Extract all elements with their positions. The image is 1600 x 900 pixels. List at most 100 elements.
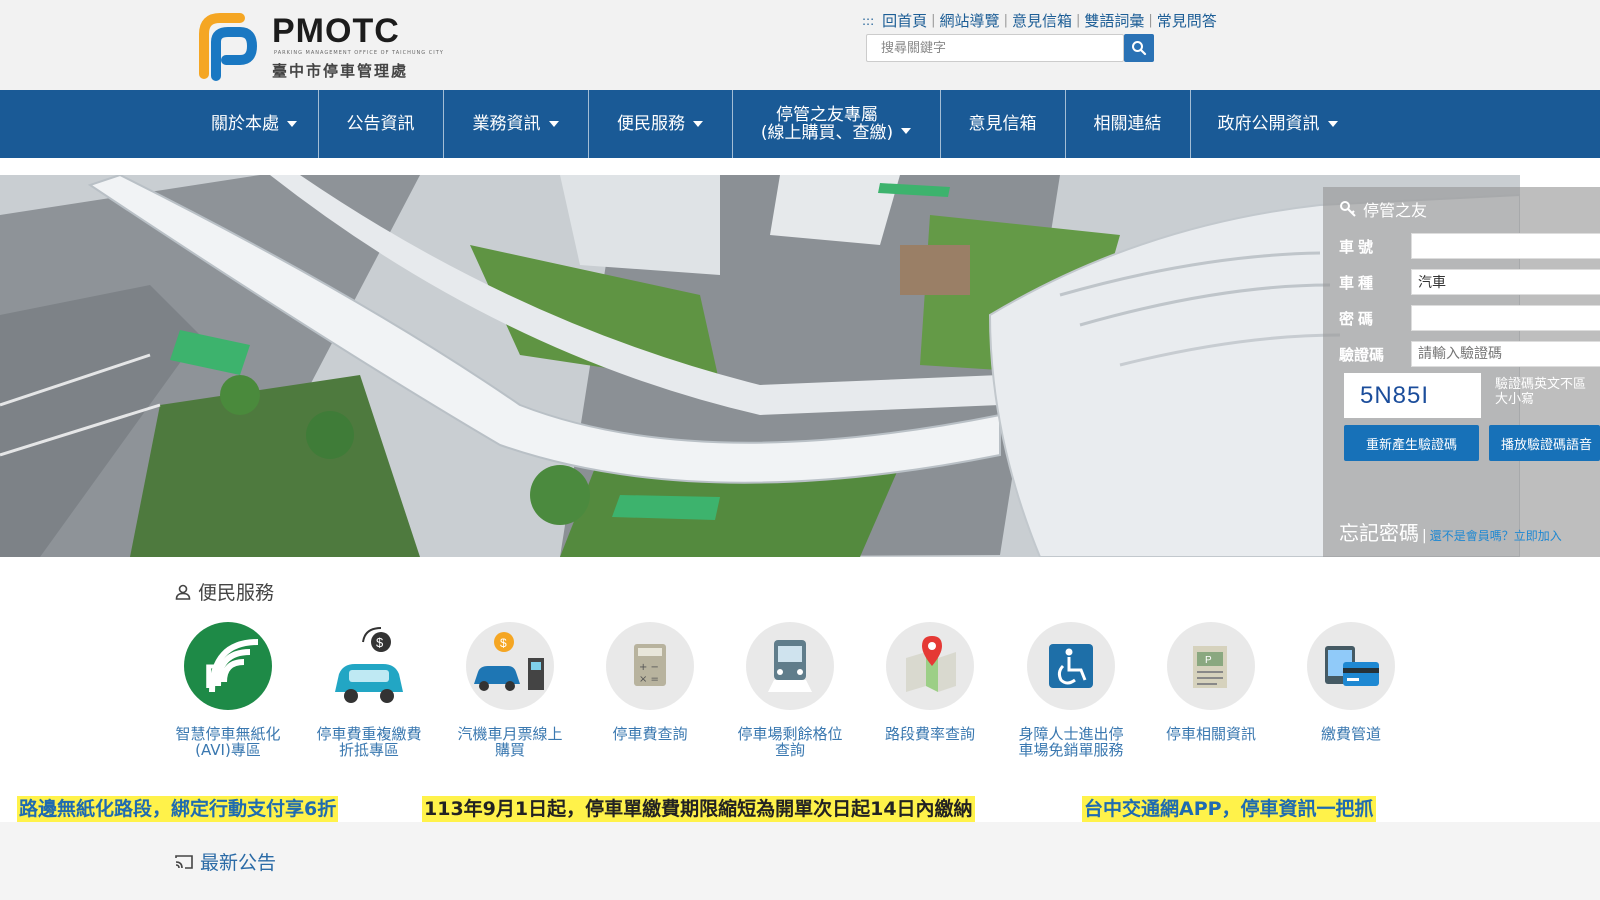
caret-down-icon: [1327, 121, 1338, 127]
accesskey-marker[interactable]: :::: [862, 14, 874, 28]
hero-banner: [0, 175, 1520, 557]
vehicle-type-label: 車種: [1339, 273, 1378, 292]
top-link-home[interactable]: 回首頁: [882, 10, 927, 31]
nav-item-about[interactable]: 關於本處: [190, 90, 318, 158]
captcha-label: 驗證碼: [1339, 345, 1385, 364]
search-bar: [866, 34, 1154, 64]
car-refund-icon: $: [325, 622, 413, 710]
newspaper-icon: P: [1167, 622, 1255, 710]
nav-item-gov-info[interactable]: 政府公開資訊: [1190, 90, 1365, 158]
site-logo[interactable]: PMOTC PARKING MANAGEMENT OFFICE OF TAICH…: [196, 8, 443, 84]
cast-icon: [175, 854, 193, 869]
plate-label: 車號: [1339, 237, 1378, 256]
marquee-item[interactable]: 113年9月1日起，停車單繳費期限縮短為開單次日起14日內繳納: [422, 796, 975, 822]
captcha-code: 5N85I: [1360, 382, 1430, 409]
top-link-feedback[interactable]: 意見信箱: [1012, 10, 1072, 31]
svg-text:P: P: [1205, 655, 1212, 666]
nav-item-members[interactable]: 停管之友專屬 (線上購買、查繳): [732, 90, 940, 158]
forgot-password-link[interactable]: 忘記密碼: [1339, 517, 1419, 546]
nav-item-business[interactable]: 業務資訊: [443, 90, 588, 158]
register-link[interactable]: 還不是會員嗎？立即加入: [1430, 527, 1562, 544]
password-input[interactable]: [1411, 305, 1600, 331]
caret-down-icon: [287, 121, 297, 127]
svg-text:$: $: [376, 635, 384, 650]
key-icon: [1340, 201, 1356, 217]
logo-subtitle-en: PARKING MANAGEMENT OFFICE OF TAICHUNG CI…: [274, 50, 444, 56]
search-input[interactable]: [866, 34, 1124, 62]
search-icon: [1132, 41, 1147, 56]
search-button[interactable]: [1124, 34, 1154, 62]
divider: |: [1148, 13, 1153, 28]
nav-item-feedback[interactable]: 意見信箱: [940, 90, 1065, 158]
nav-label: 意見信箱: [968, 114, 1037, 134]
service-item-disability[interactable]: 身障人士進出停車場免銷單服務: [1006, 622, 1136, 758]
services-section-title: 便民服務: [174, 578, 274, 605]
service-item-avi[interactable]: P 智慧停車無紙化(AVI)專區: [163, 622, 293, 758]
service-item-refund[interactable]: $ 停車費重複繳費折抵專區: [304, 622, 434, 758]
calculator-icon: + − × =: [606, 622, 694, 710]
service-item-road-rate[interactable]: 路段費率查詢: [865, 622, 995, 742]
wheelchair-icon: [1027, 622, 1115, 710]
service-label: 智慧停車無紙化(AVI)專區: [175, 725, 281, 759]
bus-parking-glyph: [768, 640, 812, 692]
top-link-glossary[interactable]: 雙語詞彙: [1084, 10, 1144, 31]
nav-item-links[interactable]: 相關連結: [1065, 90, 1190, 158]
nav-label: 政府公開資訊: [1217, 114, 1320, 134]
map-pin-glyph: [906, 636, 956, 692]
avi-parking-icon: P: [184, 622, 272, 710]
logo-title: PMOTC: [272, 12, 400, 50]
captcha-image: 5N85I: [1344, 373, 1481, 418]
nav-item-services[interactable]: 便民服務: [588, 90, 732, 158]
divider: |: [931, 13, 936, 28]
services-title-text: 便民服務: [198, 582, 275, 604]
map-pin-icon: [886, 622, 974, 710]
service-label: 停車場剩餘格位查詢: [737, 725, 843, 759]
nav-label: 相關連結: [1093, 114, 1162, 134]
svg-text:+ −: + −: [639, 662, 659, 673]
newspaper-glyph: P: [1193, 646, 1227, 688]
svg-text:× =: × =: [639, 674, 659, 685]
payment-card-icon: [1307, 622, 1395, 710]
vehicle-type-row: 車種: [1339, 269, 1600, 295]
divider: |: [1003, 13, 1008, 28]
hero-image: [0, 175, 1520, 557]
service-item-monthly[interactable]: $ 汽機車月票線上購買: [445, 622, 575, 758]
plate-input[interactable]: [1411, 233, 1600, 259]
monthly-pass-glyph: $: [474, 632, 544, 691]
service-label: 停車相關資訊: [1165, 725, 1256, 743]
nav-label: 便民服務: [617, 114, 685, 134]
service-label: 身障人士進出停車場免銷單服務: [1018, 725, 1124, 759]
vehicle-type-select[interactable]: [1411, 269, 1600, 295]
top-link-faq[interactable]: 常見問答: [1157, 10, 1217, 31]
captcha-row: 驗證碼: [1339, 341, 1600, 367]
service-item-info[interactable]: P 停車相關資訊: [1146, 622, 1276, 742]
play-captcha-audio-button[interactable]: 播放驗證碼語音: [1489, 425, 1600, 461]
service-item-payment[interactable]: 繳費管道: [1286, 622, 1416, 742]
service-label: 繳費管道: [1320, 725, 1381, 743]
site-header: PMOTC PARKING MANAGEMENT OFFICE OF TAICH…: [0, 0, 1600, 90]
captcha-note-line1: 驗證碼英文不區: [1495, 377, 1587, 392]
marquee-item[interactable]: 路邊無紙化路段，綁定行動支付享6折: [17, 796, 339, 822]
service-item-fee-query[interactable]: + − × = 停車費查詢: [585, 622, 715, 742]
news-title-text: 最新公告: [200, 852, 277, 874]
password-label: 密碼: [1339, 309, 1378, 328]
news-section: 最新公告: [0, 822, 1600, 900]
captcha-input[interactable]: [1411, 341, 1600, 367]
captcha-note: 驗證碼英文不區 大小寫: [1495, 377, 1586, 407]
service-item-vacancy[interactable]: 停車場剩餘格位查詢: [725, 622, 855, 758]
password-row: 密碼: [1339, 305, 1600, 331]
service-label: 停車費重複繳費折抵專區: [316, 725, 422, 759]
wheelchair-glyph: [1049, 644, 1093, 688]
main-nav: 關於本處 公告資訊 業務資訊 便民服務 停管之友專屬 (線上購買、查繳) 意見信…: [0, 90, 1600, 158]
nav-item-announcements[interactable]: 公告資訊: [318, 90, 443, 158]
svg-text:$: $: [500, 636, 507, 650]
service-label: 汽機車月票線上購買: [457, 725, 563, 759]
user-icon: [175, 584, 191, 600]
marquee-item[interactable]: 台中交通網APP，停車資訊一把抓: [1082, 796, 1376, 822]
nav-label: 公告資訊: [346, 114, 415, 134]
regenerate-captcha-button[interactable]: 重新產生驗證碼: [1344, 425, 1479, 461]
service-label: 路段費率查詢: [884, 725, 975, 743]
car-refund-glyph: $: [335, 627, 403, 703]
avi-parking-glyph: P: [204, 639, 259, 696]
top-link-sitemap[interactable]: 網站導覽: [940, 10, 1000, 31]
